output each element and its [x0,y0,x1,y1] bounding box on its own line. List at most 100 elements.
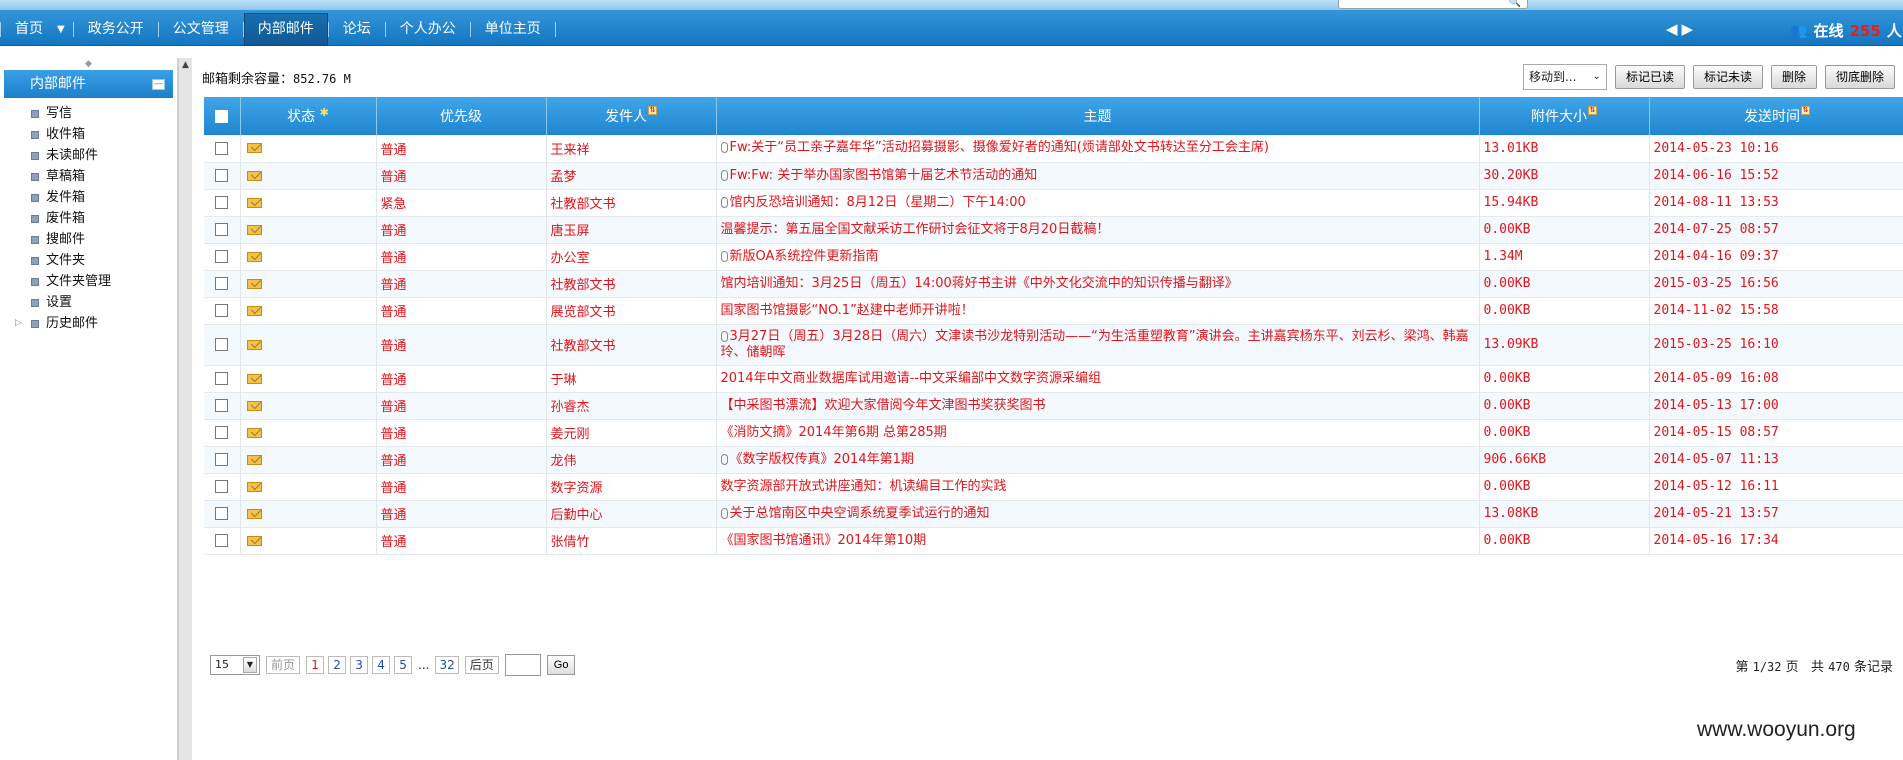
subject-cell[interactable]: 3月27日（周五）3月28日（周六）文津读书沙龙特别活动——“为生活重塑教育”演… [716,324,1480,366]
subject-cell[interactable]: 【中采图书漂流】欢迎大家借阅今年文津图书奖获奖图书 [716,392,1480,420]
sidebar-item[interactable]: 搜邮件 [0,229,177,250]
table-row[interactable]: 普通 姜元刚 《消防文摘》2014年第6期 总第285期 0.00KB 2014-05-… [204,419,1903,447]
row-checkbox[interactable] [215,453,229,466]
subject-cell[interactable]: 新版OA系统控件更新指南 [716,243,1480,271]
sender-cell[interactable]: 王来祥 [546,135,717,163]
subject-header[interactable]: 主题 [716,97,1480,135]
row-select-cell[interactable] [204,419,241,447]
row-select-cell[interactable] [204,162,241,190]
sort-icon[interactable]: ⇅ [648,106,657,115]
subject-cell[interactable]: 馆内反恐培训通知：8月12日（星期二）下午14:00 [716,189,1480,217]
row-select-cell[interactable] [204,392,241,420]
subject-cell[interactable]: 国家图书馆摄影“NO.1”赵建中老师开讲啦！ [716,297,1480,325]
subject-cell[interactable]: 数字资源部开放式讲座通知：机读编目工作的实践 [716,473,1480,501]
page-size-select[interactable]: 15 ▼ [210,655,260,675]
subject-text[interactable]: 馆内反恐培训通知：8月12日（星期二）下午14:00 [730,195,1026,210]
table-row[interactable]: 普通 于琳 2014年中文商业数据库试用邀请--中文采编部中文数字资源采编组 0.00… [204,365,1903,393]
sender-cell[interactable]: 展览部文书 [546,297,717,325]
subject-cell[interactable]: 《消防文摘》2014年第6期 总第285期 [716,419,1480,447]
row-select-cell[interactable] [204,446,241,474]
sender-cell[interactable]: 数字资源 [546,473,717,501]
row-checkbox[interactable] [215,141,229,155]
scroll-up-icon[interactable]: ▲ [179,58,192,72]
subject-text[interactable]: 【中采图书漂流】欢迎大家借阅今年文津图书奖获奖图书 [721,398,1046,413]
sort-icon[interactable]: ⇅ [1588,106,1597,115]
nav-item[interactable]: 论坛 [329,13,385,46]
dropdown-arrow-icon[interactable]: ▼ [57,13,73,46]
row-checkbox[interactable] [215,426,229,439]
subject-cell[interactable]: 《国家图书馆通讯》2014年第10期 [716,527,1480,555]
row-checkbox[interactable] [215,169,229,182]
subject-cell[interactable]: 《数字版权传真》2014年第1期 [716,446,1480,474]
row-checkbox[interactable] [215,223,229,236]
sender-cell[interactable]: 孙睿杰 [546,392,717,420]
sender-header[interactable]: 发件人 ⇅ [546,97,717,135]
sender-cell[interactable]: 社教部文书 [546,189,717,217]
nav-item[interactable]: 公文管理 [159,13,243,46]
subject-text[interactable]: 关于总馆南区中央空调系统夏季试运行的通知 [730,506,990,521]
sidebar-item[interactable]: ▷ 历史邮件 [0,313,177,334]
page-number-button[interactable]: 2 [328,656,347,674]
sidebar-item[interactable]: 草稿箱 [0,166,177,187]
table-row[interactable]: 普通 社教部文书 馆内培训通知：3月25日（周五）14:00蒋好书主讲《中外文化交流… [204,270,1903,298]
magnifier-icon[interactable]: 🔍 [1509,0,1521,8]
sidebar-header[interactable]: 内部邮件 — [4,70,173,98]
subject-text[interactable]: 馆内培训通知：3月25日（周五）14:00蒋好书主讲《中外文化交流中的知识传播与… [721,276,1238,291]
subject-text[interactable]: 3月27日（周五）3月28日（周六）文津读书沙龙特别活动——“为生活重塑教育”演… [721,329,1469,360]
status-header[interactable]: 状态 ✱ [240,97,377,135]
sidebar-item[interactable]: 废件箱 [0,208,177,229]
sender-cell[interactable]: 龙伟 [546,446,717,474]
table-row[interactable]: 普通 社教部文书 3月27日（周五）3月28日（周六）文津读书沙龙特别活动——“为生… [204,324,1903,366]
nav-item[interactable]: 单位主页 [471,13,555,46]
sender-cell[interactable]: 孟梦 [546,162,717,190]
subject-cell[interactable]: Fw:Fw: 关于举办国家图书馆第十届艺术节活动的通知 [716,162,1480,190]
row-checkbox[interactable] [215,480,229,493]
subject-text[interactable]: 国家图书馆摄影“NO.1”赵建中老师开讲啦！ [721,303,974,318]
row-checkbox[interactable] [215,534,229,547]
row-checkbox[interactable] [215,372,229,385]
sidebar-drag-handle[interactable]: ◆ [0,58,177,70]
sender-cell[interactable]: 唐玉屏 [546,216,717,244]
row-select-cell[interactable] [204,324,241,366]
subject-text[interactable]: 温馨提示：第五届全国文献采访工作研讨会征文将于8月20日截稿！ [721,222,1110,237]
select-all-header[interactable] [204,97,241,135]
table-row[interactable]: 普通 办公室 新版OA系统控件更新指南 1.34M 2014-04-16 09:37 [204,243,1903,271]
row-checkbox[interactable] [215,196,229,209]
row-checkbox[interactable] [215,399,229,412]
collapse-icon[interactable]: — [152,79,165,90]
subject-cell[interactable]: 馆内培训通知：3月25日（周五）14:00蒋好书主讲《中外文化交流中的知识传播与… [716,270,1480,298]
table-row[interactable]: 普通 龙伟 《数字版权传真》2014年第1期 906.66KB 2014-05-07 1… [204,446,1903,474]
subject-text[interactable]: 《数字版权传真》2014年第1期 [730,452,914,467]
row-select-cell[interactable] [204,500,241,528]
page-number-button[interactable]: 3 [350,656,369,674]
nav-item[interactable]: 个人办公 [386,13,470,46]
sender-cell[interactable]: 张倩竹 [546,527,717,555]
table-row[interactable]: 普通 后勤中心 关于总馆南区中央空调系统夏季试运行的通知 13.08KB 2014-05… [204,500,1903,528]
time-header[interactable]: 发送时间 ⇅ [1649,97,1903,135]
nav-item[interactable]: 内部邮件 [243,13,328,46]
subject-text[interactable]: 新版OA系统控件更新指南 [730,249,879,264]
mark-unread-button[interactable]: 标记未读 [1692,65,1763,89]
select-all-checkbox[interactable] [215,109,229,123]
go-button[interactable]: Go [546,655,576,675]
subject-cell[interactable]: Fw:关于“员工亲子嘉年华”活动招募摄影、摄像爱好者的通知(烦请部处文书转达至分… [716,135,1480,163]
subject-text[interactable]: Fw:Fw: 关于举办国家图书馆第十届艺术节活动的通知 [730,168,1038,183]
page-jump-input[interactable] [504,654,541,676]
table-row[interactable]: 普通 展览部文书 国家图书馆摄影“NO.1”赵建中老师开讲啦！ 0.00KB 2014-… [204,297,1903,325]
sender-cell[interactable]: 于琳 [546,365,717,393]
row-select-cell[interactable] [204,216,241,244]
sidebar-item[interactable]: 发件箱 [0,187,177,208]
table-row[interactable]: 普通 孟梦 Fw:Fw: 关于举办国家图书馆第十届艺术节活动的通知 30.20KB 20… [204,162,1903,190]
sender-cell[interactable]: 社教部文书 [546,324,717,366]
priority-header[interactable]: 优先级 [376,97,547,135]
next-page-button[interactable]: 后页 [464,656,499,674]
sidebar-item[interactable]: 设置 [0,292,177,313]
sender-cell[interactable]: 后勤中心 [546,500,717,528]
sidebar-item[interactable]: 文件夹 [0,250,177,271]
subject-text[interactable]: 《消防文摘》2014年第6期 总第285期 [721,425,947,440]
page-number-button[interactable]: 4 [372,656,391,674]
table-row[interactable]: 普通 孙睿杰 【中采图书漂流】欢迎大家借阅今年文津图书奖获奖图书 0.00KB 2014… [204,392,1903,420]
sort-icon[interactable]: ✱ [320,106,329,119]
sender-cell[interactable]: 姜元刚 [546,419,717,447]
sender-cell[interactable]: 办公室 [546,243,717,271]
